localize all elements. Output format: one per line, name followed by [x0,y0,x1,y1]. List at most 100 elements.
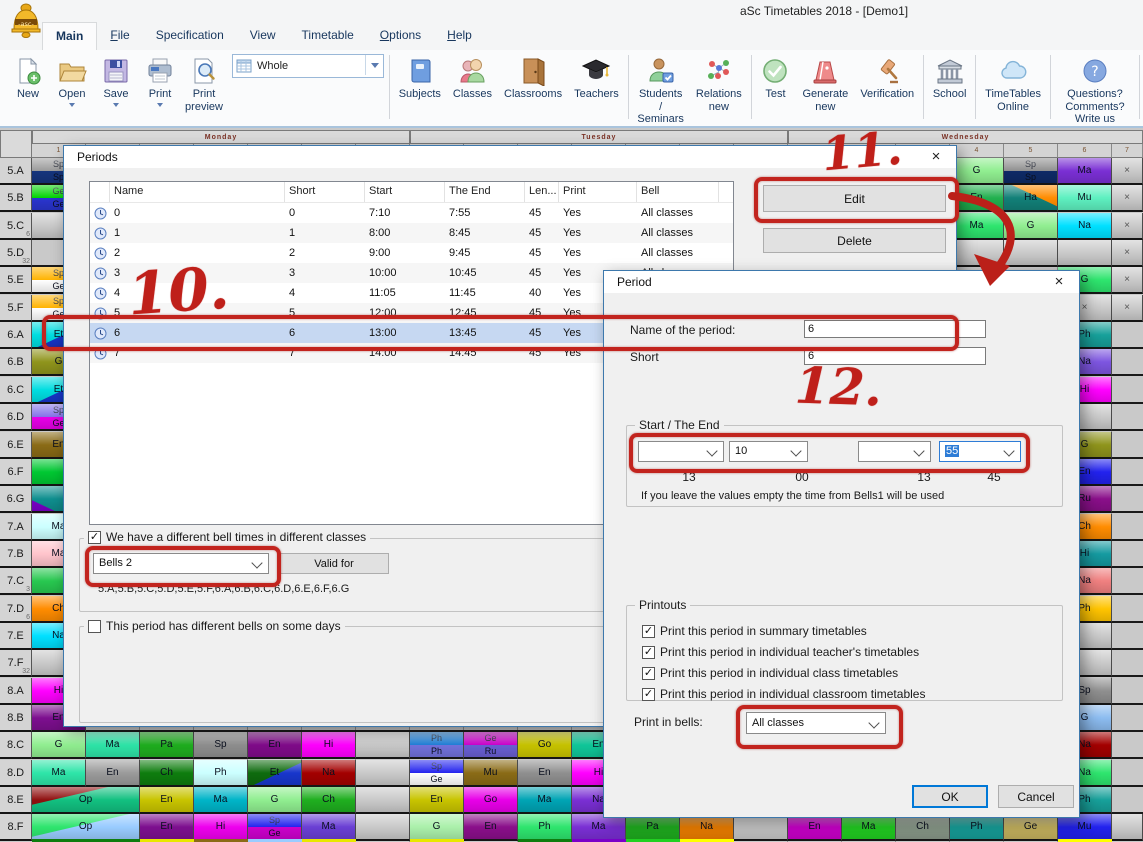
class-row-label-7E[interactable]: 7.E [0,623,32,650]
timetable-cell[interactable]: Pa [626,814,680,841]
timetable-cell[interactable]: Ma [1058,158,1112,185]
class-row-label-6F[interactable]: 6.F [0,459,32,486]
timetable-cell[interactable]: G [32,732,86,759]
timetable-cell[interactable]: En [140,787,194,814]
timetable-cell[interactable]: En [518,760,572,787]
toolbar-button-new[interactable]: New [6,52,50,113]
toolbar-button-verification[interactable]: Verification [854,52,920,101]
delete-button[interactable]: Delete [763,228,946,253]
timetable-cell[interactable]: Go [518,732,572,759]
dropdown-caret-icon[interactable] [157,103,163,107]
timetable-cell[interactable]: Sp [194,732,248,759]
column-header-Bell[interactable]: Bell [637,182,719,202]
column-header-Start[interactable]: Start [365,182,445,202]
toolbar-button-students[interactable]: Students /Seminars [631,52,689,126]
class-row-label-5C[interactable]: 5.C6 [0,213,32,240]
column-header-Print[interactable]: Print [559,182,637,202]
timetable-cell[interactable]: × [1112,267,1143,294]
menu-view[interactable]: View [237,22,289,50]
timetable-cell[interactable]: × [1112,240,1143,267]
menu-main[interactable]: Main [42,22,97,50]
menu-help[interactable]: Help [434,22,485,50]
timetable-cell[interactable]: En [86,760,140,787]
toolbar-button-open[interactable]: Open [50,52,94,113]
timetable-cell[interactable]: En [248,732,302,759]
timetable-cell[interactable]: Ch [896,814,950,841]
toolbar-button-save[interactable]: Save [94,52,138,113]
class-row-label-6B[interactable]: 6.B [0,349,32,376]
timetable-cell[interactable]: En [788,814,842,841]
class-row-label-6D[interactable]: 6.D [0,404,32,431]
timetable-cell[interactable]: En [140,814,194,841]
timetable-cell[interactable]: PhPh [410,732,464,759]
timetable-cell[interactable]: Ma [86,732,140,759]
timetable-cell[interactable]: Ma [302,814,356,841]
printout-checkbox[interactable]: ✓ [642,688,655,701]
timetable-cell[interactable]: Na [680,814,734,841]
column-header-Short[interactable]: Short [285,182,365,202]
toolbar-button-teachers[interactable]: Teachers [568,52,625,101]
timetable-cell[interactable]: × [1112,213,1143,240]
timetable-cell[interactable] [356,814,410,841]
timetable-cell[interactable]: Ma [842,814,896,841]
class-row-label-8B[interactable]: 8.B [0,705,32,732]
timetable-cell[interactable]: Ma [518,787,572,814]
class-row-label-8F[interactable]: 8.F [0,814,32,841]
timetable-cell[interactable] [356,760,410,787]
timetable-cell[interactable]: Na [1058,213,1112,240]
timetable-cell[interactable] [356,732,410,759]
class-row-label-7A[interactable]: 7.A [0,514,32,541]
toolbar-button-test[interactable]: Test [754,52,796,101]
dropdown-caret-icon[interactable] [113,103,119,107]
chevron-down-icon[interactable] [365,55,383,75]
timetable-cell[interactable] [734,814,788,841]
class-row-label-8E[interactable]: 8.E [0,787,32,814]
timetable-cell[interactable]: SpGe [248,814,302,841]
printout-checkbox[interactable]: ✓ [642,646,655,659]
period-row-0[interactable]: 007:107:5545YesAll classes [90,203,733,223]
timetable-cell[interactable]: Mu [1058,814,1112,841]
timetable-cell[interactable] [1112,814,1143,841]
toolbar-button-print[interactable]: Printpreview [182,52,226,113]
timetable-cell[interactable]: Go [464,787,518,814]
timetable-cell[interactable]: Ma [194,787,248,814]
class-row-label-6A[interactable]: 6.A [0,322,32,349]
timetable-cell[interactable] [1058,240,1112,267]
class-row-label-8C[interactable]: 8.C [0,732,32,759]
timetable-cell[interactable]: Ge [1004,814,1058,841]
period-row-1[interactable]: 118:008:4545YesAll classes [90,223,733,243]
timetable-cell[interactable]: Ph [950,814,1004,841]
timetable-cell[interactable]: Na [302,760,356,787]
class-row-label-5E[interactable]: 5.E [0,267,32,294]
class-row-label-8D[interactable]: 8.D [0,760,32,787]
class-row-label-7C[interactable]: 7.C3 [0,568,32,595]
column-header-The End[interactable]: The End [445,182,525,202]
class-row-label-6C[interactable]: 6.C [0,377,32,404]
timetable-cell[interactable]: G [248,787,302,814]
timetable-cell[interactable]: En [464,814,518,841]
timetable-cell[interactable]: Ma [572,814,626,841]
timetable-cell[interactable]: Op [32,787,140,814]
timetable-cell[interactable]: Et [248,760,302,787]
menu-options[interactable]: Options [367,22,434,50]
column-header-Name[interactable]: Name [110,182,285,202]
header-icon-column[interactable] [90,182,110,202]
class-row-label-5D[interactable]: 5.D32 [0,240,32,267]
toolbar-button-generate[interactable]: Generatenew [796,52,854,113]
menu-timetable[interactable]: Timetable [289,22,367,50]
toolbar-button-classes[interactable]: Classes [447,52,498,101]
toolbar-button-classrooms[interactable]: Classrooms [498,52,568,101]
column-header-Len...[interactable]: Len... [525,182,559,202]
timetable-cell[interactable]: × [1112,158,1143,185]
timetable-cell[interactable]: Ph [194,760,248,787]
cancel-button[interactable]: Cancel [998,785,1074,808]
class-row-label-5B[interactable]: 5.B [0,185,32,212]
toolbar-button-print[interactable]: Print [138,52,182,113]
timetable-cell[interactable]: Ch [302,787,356,814]
class-row-label-7D[interactable]: 7.D6 [0,596,32,623]
toolbar-button-relations[interactable]: Relationsnew [690,52,748,113]
printout-checkbox[interactable]: ✓ [642,625,655,638]
timetable-cell[interactable]: Hi [302,732,356,759]
timetable-cell[interactable]: GeRu [464,732,518,759]
class-row-label-5A[interactable]: 5.A [0,158,32,185]
